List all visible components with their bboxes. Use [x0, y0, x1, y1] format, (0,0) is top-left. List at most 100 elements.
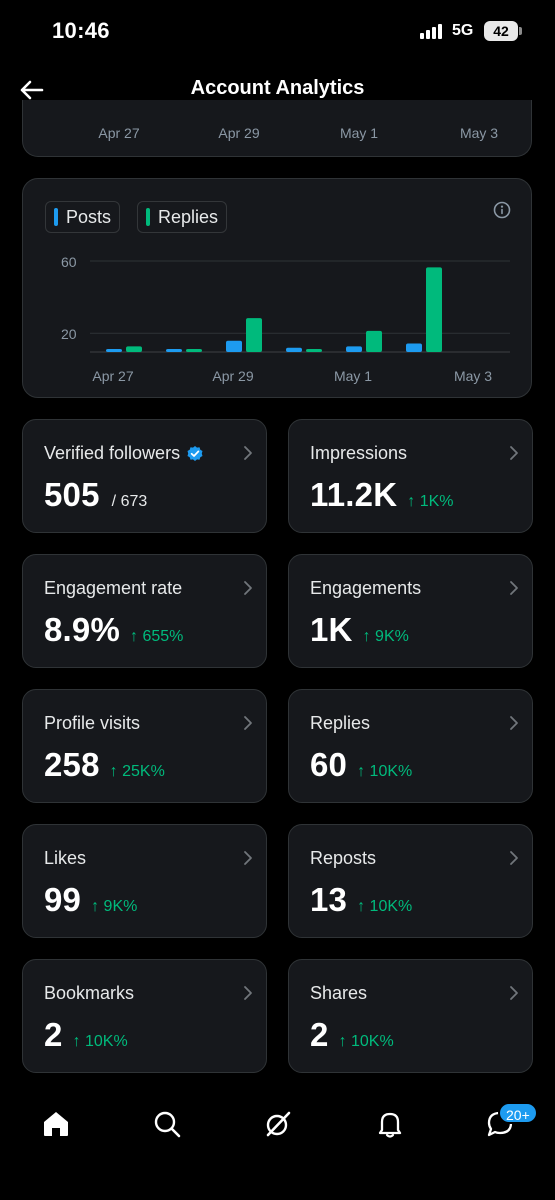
metric-card-likes[interactable]: Likes 99 ↑ 9K%	[22, 824, 267, 938]
status-time: 10:46	[52, 18, 110, 43]
metric-value-row: 13 ↑ 10K%	[310, 881, 412, 919]
metric-delta: ↑ 1K%	[407, 493, 454, 510]
bottom-nav	[0, 1090, 555, 1160]
replies-bar	[366, 330, 382, 352]
network-label: 5G	[452, 22, 474, 39]
metric-label-text: Verified followers	[44, 443, 181, 463]
y-tick-label: 60	[61, 254, 77, 270]
signal-icon	[420, 23, 442, 39]
verified-badge-icon	[187, 445, 203, 461]
metric-label-text: Engagements	[310, 578, 422, 598]
metric-value-row: 258 ↑ 25K%	[44, 746, 165, 784]
bell-icon[interactable]	[374, 1108, 406, 1140]
x-axis-label: Apr 29	[218, 125, 260, 141]
metric-delta: ↑ 10K%	[338, 1033, 394, 1050]
metric-label-text: Likes	[44, 848, 87, 868]
metric-label: Bookmarks	[44, 983, 134, 1004]
metric-card-engagement-rate[interactable]: Engagement rate 8.9% ↑ 655%	[22, 554, 267, 668]
chevron-right-icon	[244, 986, 252, 1000]
replies-bar	[246, 318, 262, 352]
metric-value-row: 1K ↑ 9K%	[310, 611, 409, 649]
page-title: Account Analytics	[190, 77, 365, 99]
y-tick-label: 20	[61, 326, 77, 342]
search-icon[interactable]	[151, 1108, 183, 1140]
metric-delta: ↑ 9K%	[91, 898, 138, 915]
metric-label-text: Impressions	[310, 443, 408, 463]
grok-icon[interactable]	[262, 1108, 294, 1140]
metric-delta: ↑ 25K%	[109, 763, 165, 780]
metric-delta: ↑ 10K%	[357, 763, 413, 780]
metric-card-profile-visits[interactable]: Profile visits 258 ↑ 25K%	[22, 689, 267, 803]
chevron-right-icon	[244, 851, 252, 865]
metric-card-verified-followers[interactable]: Verified followers 505 / 673	[22, 419, 267, 533]
chevron-right-icon	[510, 581, 518, 595]
chevron-right-icon	[510, 986, 518, 1000]
metric-label: Replies	[310, 713, 370, 734]
metric-label-text: Shares	[310, 983, 368, 1003]
metric-value: 8.9%	[44, 611, 121, 648]
posts-bar	[346, 346, 362, 352]
replies-bar	[126, 346, 142, 352]
metric-value-row: 2 ↑ 10K%	[310, 1016, 394, 1054]
metric-delta: ↑ 655%	[130, 628, 184, 645]
metric-delta: ↑ 10K%	[357, 898, 413, 915]
battery-level: 42	[493, 23, 509, 39]
previous-chart-card: Apr 27 Apr 29 May 1 May 3	[22, 100, 532, 157]
metric-value: 258	[44, 746, 100, 783]
x-tick-label: May 1	[334, 368, 372, 384]
metric-value: 2	[310, 1016, 329, 1053]
posts-bar	[226, 340, 242, 352]
replies-bar	[426, 267, 442, 352]
metric-label-text: Replies	[310, 713, 371, 733]
replies-bar	[186, 349, 202, 352]
metric-value: 2	[44, 1016, 63, 1053]
metric-value-row: 11.2K ↑ 1K%	[310, 476, 454, 514]
status-bar: 10:46 5G 42	[0, 0, 555, 62]
metric-label-text: Profile visits	[44, 713, 141, 733]
metric-value: 60	[310, 746, 348, 783]
messages-badge: 20+	[498, 1102, 538, 1124]
replies-bar	[306, 349, 322, 352]
x-tick-label: Apr 29	[212, 368, 253, 384]
battery-icon: 42	[484, 21, 518, 41]
x-axis-label: Apr 27	[98, 125, 140, 141]
metric-label-text: Reposts	[310, 848, 377, 868]
metric-label: Impressions	[310, 443, 407, 464]
posts-bar	[106, 349, 122, 352]
chevron-right-icon	[244, 581, 252, 595]
chevron-right-icon	[510, 716, 518, 730]
activity-chart-card: Posts Replies 60 20 Apr 27 Apr 29 May 1 May 3	[22, 178, 532, 398]
metric-delta: ↑ 10K%	[72, 1033, 128, 1050]
metric-label: Shares	[310, 983, 367, 1004]
metric-card-replies[interactable]: Replies 60 ↑ 10K%	[288, 689, 533, 803]
metric-label-text: Engagement rate	[44, 578, 183, 598]
chevron-right-icon	[244, 716, 252, 730]
x-tick-label: Apr 27	[92, 368, 133, 384]
x-tick-label: May 3	[454, 368, 492, 384]
metric-value: 505	[44, 476, 100, 513]
battery-cap	[519, 27, 522, 35]
metric-value-row: 505 / 673	[44, 476, 147, 514]
x-axis-label: May 1	[339, 125, 379, 141]
metric-card-bookmarks[interactable]: Bookmarks 2 ↑ 10K%	[22, 959, 267, 1073]
home-icon[interactable]	[40, 1108, 72, 1140]
metric-value-row: 2 ↑ 10K%	[44, 1016, 128, 1054]
metric-card-engagements[interactable]: Engagements 1K ↑ 9K%	[288, 554, 533, 668]
metric-total: / 673	[111, 493, 148, 510]
metric-value-row: 99 ↑ 9K%	[44, 881, 137, 919]
chevron-right-icon	[244, 446, 252, 460]
metric-label: Likes	[44, 848, 86, 869]
chevron-right-icon	[510, 446, 518, 460]
chevron-right-icon	[510, 851, 518, 865]
metric-label: Reposts	[310, 848, 376, 869]
metric-card-shares[interactable]: Shares 2 ↑ 10K%	[288, 959, 533, 1073]
metric-card-reposts[interactable]: Reposts 13 ↑ 10K%	[288, 824, 533, 938]
metric-delta: ↑ 9K%	[362, 628, 409, 645]
metric-card-impressions[interactable]: Impressions 11.2K ↑ 1K%	[288, 419, 533, 533]
metric-label-text: Bookmarks	[44, 983, 135, 1003]
metric-value-row: 60 ↑ 10K%	[310, 746, 412, 784]
posts-bar	[406, 343, 422, 352]
metric-label: Engagements	[310, 578, 421, 599]
metric-value: 11.2K	[310, 476, 398, 513]
x-axis-label: May 3	[459, 125, 499, 141]
